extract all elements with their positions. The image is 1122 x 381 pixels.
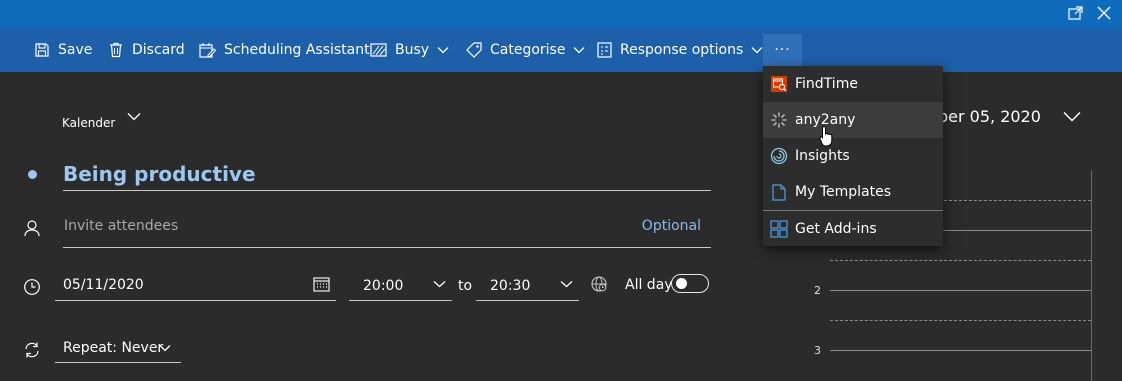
save-icon bbox=[35, 43, 49, 57]
trash-icon bbox=[110, 42, 122, 58]
time-zone-icon[interactable] bbox=[590, 275, 608, 297]
menu-item-insights[interactable]: Insights bbox=[763, 138, 943, 174]
menu-item-findtime[interactable]: FindTime bbox=[763, 66, 943, 102]
timeline-halfhour-line bbox=[830, 320, 1091, 321]
mouse-cursor-icon bbox=[819, 125, 835, 151]
calendar-edit-icon bbox=[199, 43, 216, 58]
toggle-knob bbox=[676, 278, 687, 289]
busy-status-icon bbox=[370, 43, 387, 57]
timeline-hour-line bbox=[830, 350, 1091, 351]
repeat-icon bbox=[22, 340, 42, 360]
attendees-placeholder: Invite attendees bbox=[64, 218, 179, 234]
end-time-dropdown[interactable]: 20:30 bbox=[476, 270, 579, 301]
response-options-label: Response options bbox=[620, 42, 744, 58]
repeat-dropdown[interactable]: Repeat: Never bbox=[55, 335, 181, 363]
chevron-down-icon bbox=[574, 47, 585, 54]
chevron-down-icon bbox=[437, 47, 449, 54]
any2any-icon bbox=[770, 111, 788, 129]
busy-label: Busy bbox=[395, 42, 430, 58]
menu-item-label: FindTime bbox=[795, 76, 858, 92]
save-label: Save bbox=[58, 42, 93, 58]
response-options-dropdown[interactable]: Response options bbox=[597, 28, 763, 72]
start-time-dropdown[interactable]: 20:00 bbox=[349, 270, 452, 301]
discard-button[interactable]: Discard bbox=[108, 28, 185, 72]
menu-item-label: My Templates bbox=[795, 184, 891, 200]
calendar-picker-icon[interactable] bbox=[313, 276, 330, 296]
response-options-icon bbox=[597, 42, 612, 58]
chevron-down-icon[interactable] bbox=[1063, 110, 1081, 126]
command-toolbar: Save Discard Scheduling Assistant Busy C… bbox=[0, 28, 1122, 72]
findtime-icon bbox=[770, 75, 788, 93]
chevron-down-icon bbox=[560, 281, 573, 288]
calendar-label: Kalender bbox=[62, 116, 116, 130]
popout-icon[interactable] bbox=[1064, 2, 1088, 24]
chevron-down-icon bbox=[751, 47, 763, 54]
timeline-hour-line bbox=[830, 290, 1091, 291]
all-day-toggle[interactable] bbox=[671, 274, 709, 293]
chevron-down-icon bbox=[159, 345, 171, 352]
close-icon[interactable] bbox=[1092, 2, 1116, 24]
menu-item-any2any[interactable]: any2any bbox=[763, 102, 943, 138]
busy-dropdown[interactable]: Busy bbox=[370, 28, 449, 72]
discard-label: Discard bbox=[132, 42, 185, 58]
chevron-down-icon bbox=[433, 281, 446, 288]
categorise-dropdown[interactable]: Categorise bbox=[466, 28, 585, 72]
chevron-down-icon bbox=[127, 112, 141, 120]
menu-item-get-add-ins[interactable]: Get Add-ins bbox=[763, 211, 943, 247]
timeline-hour-label: 2 bbox=[814, 284, 821, 297]
categorise-label: Categorise bbox=[490, 42, 566, 58]
day-view-date-header: ber 05, 2020 bbox=[938, 107, 1041, 126]
clock-icon bbox=[22, 277, 42, 297]
window-titlebar bbox=[0, 0, 1122, 28]
optional-attendees-link[interactable]: Optional bbox=[642, 218, 701, 234]
category-color-dot bbox=[28, 170, 37, 179]
timeline-hour-label: 3 bbox=[814, 344, 821, 357]
insights-icon bbox=[770, 147, 788, 165]
invite-attendees-field[interactable]: Invite attendees Optional bbox=[63, 210, 711, 248]
end-time-value: 20:30 bbox=[490, 278, 531, 294]
event-title-input[interactable]: Being productive bbox=[63, 158, 711, 191]
repeat-value: Repeat: Never bbox=[63, 340, 164, 356]
menu-item-my-templates[interactable]: My Templates bbox=[763, 174, 943, 210]
addins-icon bbox=[770, 220, 788, 238]
menu-item-label: Get Add-ins bbox=[795, 221, 877, 237]
more-options-menu: FindTime any2any Insights My Templates G… bbox=[763, 66, 943, 246]
start-time-value: 20:00 bbox=[363, 278, 404, 294]
more-options-button[interactable]: ··· bbox=[763, 34, 802, 66]
templates-icon bbox=[770, 183, 788, 201]
save-button[interactable]: Save bbox=[34, 28, 92, 72]
timeline-halfhour-line bbox=[830, 260, 1091, 261]
scheduling-assistant-button[interactable]: Scheduling Assistant bbox=[199, 28, 370, 72]
all-day-label: All day bbox=[625, 277, 673, 293]
start-date-value: 05/11/2020 bbox=[63, 277, 144, 293]
tag-icon bbox=[466, 42, 482, 58]
more-options-label: ··· bbox=[774, 42, 791, 58]
scheduling-label: Scheduling Assistant bbox=[224, 42, 370, 58]
person-icon bbox=[22, 218, 42, 238]
start-date-field[interactable]: 05/11/2020 bbox=[55, 270, 336, 301]
calendar-selector[interactable]: Kalender bbox=[62, 108, 141, 138]
to-label: to bbox=[458, 278, 473, 294]
